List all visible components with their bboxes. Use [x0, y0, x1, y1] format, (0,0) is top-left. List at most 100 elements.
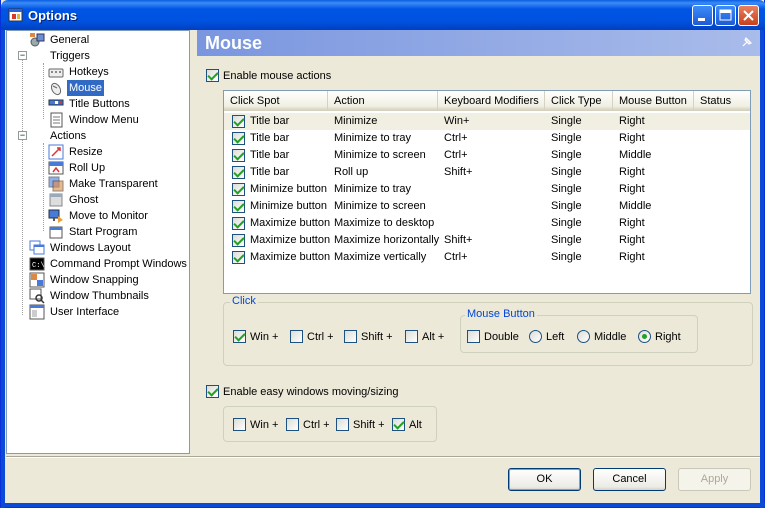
tree-item-windows-layout[interactable]: Windows Layout [29, 240, 133, 256]
cell-button: Right [619, 183, 645, 195]
row-enabled-checkbox[interactable] [232, 132, 245, 145]
tree-item-actions[interactable]: Actions [29, 128, 88, 144]
double-click-checkbox[interactable]: Double [467, 330, 519, 343]
title-bar[interactable]: Options [1, 0, 765, 30]
tree-item-ghost[interactable]: Ghost [48, 192, 100, 208]
middle-button-radio[interactable]: Middle [577, 330, 626, 343]
window-frame-left [1, 30, 5, 508]
tree-line [43, 63, 44, 119]
window-title: Options [28, 8, 78, 23]
move-alt-checkbox[interactable]: Alt [392, 418, 422, 431]
move-shift-checkbox[interactable]: Shift + [336, 418, 385, 431]
click-win-checkbox[interactable]: Win + [233, 330, 278, 343]
tree-item-mouse[interactable]: Mouse [48, 80, 105, 96]
row-enabled-checkbox[interactable] [232, 251, 245, 264]
cell-mods: Win+ [444, 115, 470, 127]
svg-text:C:\: C:\ [32, 262, 45, 270]
cell-action: Maximize to desktop [334, 217, 435, 229]
monitor-icon [48, 209, 63, 223]
row-enabled-checkbox[interactable] [232, 200, 245, 213]
move-win-checkbox[interactable]: Win + [233, 418, 278, 431]
table-row[interactable]: Maximize button Maximize horizontally Shif… [224, 232, 750, 249]
roll-up-icon [48, 161, 64, 175]
resize-icon [48, 144, 64, 160]
close-button[interactable] [738, 5, 759, 26]
click-group: Click Win + Ctrl + Shift + Alt + Mouse B… [223, 295, 753, 366]
tree-item-start-program[interactable]: Start Program [48, 224, 139, 240]
tree-item-command-prompt-windows[interactable]: C:\ Command Prompt Windows [29, 256, 189, 272]
row-enabled-checkbox[interactable] [232, 183, 245, 196]
column-header-status[interactable]: Status [694, 91, 750, 111]
tree-item-title-buttons[interactable]: Title Buttons [48, 96, 132, 112]
enable-mouse-actions-checkbox[interactable]: Enable mouse actions [206, 69, 331, 82]
tree-item-window-menu[interactable]: Window Menu [48, 112, 141, 128]
click-shift-checkbox[interactable]: Shift + [344, 330, 393, 343]
tree-line [43, 143, 44, 231]
cell-type: Single [551, 115, 582, 127]
table-row[interactable]: Minimize button Minimize to tray Single Rig… [224, 181, 750, 198]
cell-spot: Minimize button [250, 200, 328, 212]
apply-button[interactable]: Apply [678, 468, 751, 491]
minimize-icon [698, 18, 705, 21]
cancel-button[interactable]: Cancel [593, 468, 666, 491]
column-header-action[interactable]: Action [328, 91, 438, 111]
cell-mods: Shift+ [444, 166, 473, 178]
collapse-actions-toggle[interactable]: − [18, 131, 27, 140]
title-buttons-icon [48, 99, 64, 106]
cell-action: Minimize to tray [334, 132, 412, 144]
column-header-mouse-button[interactable]: Mouse Button [613, 91, 694, 111]
table-row[interactable]: Maximize button Maximize vertically Ctrl+ S… [224, 249, 750, 266]
maximize-icon [719, 9, 732, 21]
enable-easy-moving-checkbox[interactable]: Enable easy windows moving/sizing [206, 385, 398, 398]
collapse-triggers-toggle[interactable]: − [18, 51, 27, 60]
table-row[interactable]: Title bar Minimize to screen Ctrl+ Single Mi… [224, 147, 750, 164]
tree-item-window-snapping[interactable]: Window Snapping [29, 272, 141, 288]
row-enabled-checkbox[interactable] [232, 166, 245, 179]
cell-spot: Minimize button [250, 183, 328, 195]
left-button-radio[interactable]: Left [529, 330, 564, 343]
tree-item-triggers[interactable]: Triggers [29, 48, 92, 64]
row-enabled-checkbox[interactable] [232, 217, 245, 230]
tree-item-move-to-monitor[interactable]: Move to Monitor [48, 208, 150, 224]
table-row[interactable]: Maximize button Maximize to desktop Single… [224, 215, 750, 232]
table-row[interactable]: Title bar Roll up Shift+ Single Right [224, 164, 750, 181]
cell-button: Right [619, 132, 645, 144]
mouse-icon [50, 82, 62, 96]
cell-button: Right [619, 166, 645, 178]
tree-item-make-transparent[interactable]: Make Transparent [48, 176, 160, 192]
tree-item-general[interactable]: General [29, 32, 91, 48]
click-ctrl-checkbox[interactable]: Ctrl + [290, 330, 334, 343]
cell-action: Maximize horizontally [334, 234, 440, 246]
table-row[interactable]: Minimize button Minimize to screen Single M… [224, 198, 750, 215]
user-interface-icon [29, 304, 45, 320]
row-enabled-checkbox[interactable] [232, 115, 245, 128]
ok-button[interactable]: OK [508, 468, 581, 491]
row-enabled-checkbox[interactable] [232, 149, 245, 162]
checkbox[interactable] [206, 69, 219, 82]
tree-item-window-thumbnails[interactable]: Window Thumbnails [29, 288, 151, 304]
settings-panel: Mouse Enable mouse actions Click Spot Ac… [197, 30, 760, 454]
column-header-click-type[interactable]: Click Type [545, 91, 613, 111]
cell-spot: Title bar [250, 115, 290, 127]
tree-item-roll-up[interactable]: Roll Up [48, 160, 107, 176]
cell-mods: Shift+ [444, 234, 473, 246]
column-header-click-spot[interactable]: Click Spot [224, 91, 328, 111]
tree-item-hotkeys[interactable]: Hotkeys [48, 64, 111, 80]
tree-item-resize[interactable]: Resize [48, 144, 105, 160]
move-ctrl-checkbox[interactable]: Ctrl + [286, 418, 330, 431]
table-row[interactable]: Title bar Minimize to tray Ctrl+ Single Righ… [224, 130, 750, 147]
table-row[interactable]: Title bar Minimize Win+ Single Right [224, 113, 750, 130]
pin-icon[interactable] [740, 35, 754, 49]
command-prompt-icon: C:\ [29, 257, 45, 271]
right-button-radio[interactable]: Right [638, 330, 681, 343]
minimize-button[interactable] [692, 5, 713, 26]
row-enabled-checkbox[interactable] [232, 234, 245, 247]
tree-item-user-interface[interactable]: User Interface [29, 304, 121, 320]
options-tree[interactable]: − − General Triggers Hotkeys Mouse Title… [6, 30, 190, 454]
column-header-keyboard-modifiers[interactable]: Keyboard Modifiers [438, 91, 545, 111]
cell-action: Roll up [334, 166, 369, 178]
maximize-button[interactable] [715, 5, 736, 26]
click-alt-checkbox[interactable]: Alt + [405, 330, 444, 343]
cell-type: Single [551, 251, 582, 263]
mouse-actions-table[interactable]: Click Spot Action Keyboard Modifiers Cli… [223, 90, 751, 294]
